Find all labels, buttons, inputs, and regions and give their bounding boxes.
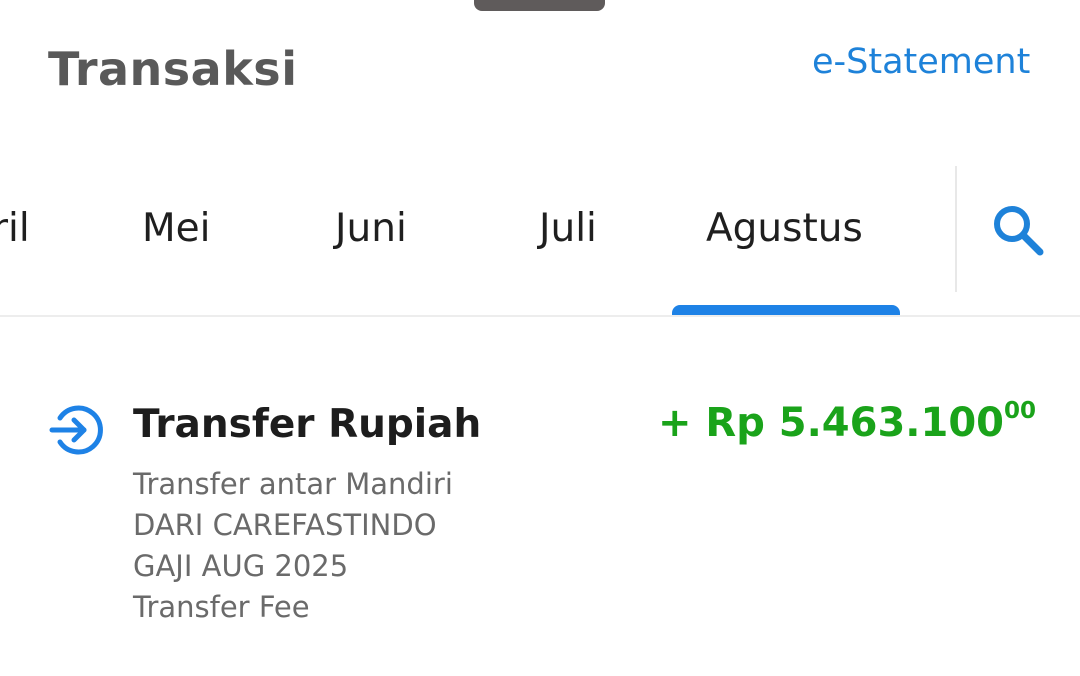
description-line: Transfer Fee — [133, 590, 310, 624]
description-line: Transfer antar Mandiri — [133, 467, 453, 501]
e-statement-link[interactable]: e-Statement — [812, 42, 1030, 82]
transfer-in-icon — [49, 405, 103, 455]
tab-juni[interactable]: Juni — [335, 206, 407, 251]
transaction-amount: + Rp 5.463.10000 — [657, 398, 1036, 446]
tab-mei[interactable]: Mei — [142, 206, 210, 251]
header-divider — [0, 315, 1080, 317]
transaction-description: Transfer antar Mandiri DARI CAREFASTINDO… — [133, 464, 453, 628]
search-button[interactable] — [990, 202, 1046, 258]
amount-main: + Rp 5.463.100 — [657, 400, 1004, 446]
amount-decimals: 00 — [1003, 398, 1036, 424]
description-line: GAJI AUG 2025 — [133, 549, 349, 583]
tab-divider — [955, 166, 957, 292]
transaction-title: Transfer Rupiah — [133, 402, 482, 447]
description-line: DARI CAREFASTINDO — [133, 508, 437, 542]
drag-handle[interactable] — [474, 0, 605, 11]
tab-april[interactable]: ril — [0, 206, 30, 251]
tab-juli[interactable]: Juli — [539, 206, 597, 251]
search-icon — [994, 206, 1044, 256]
page-title: Transaksi — [48, 42, 298, 96]
tab-agustus[interactable]: Agustus — [706, 206, 863, 251]
month-tabs: ril Mei Juni Juli Agustus — [0, 160, 960, 317]
